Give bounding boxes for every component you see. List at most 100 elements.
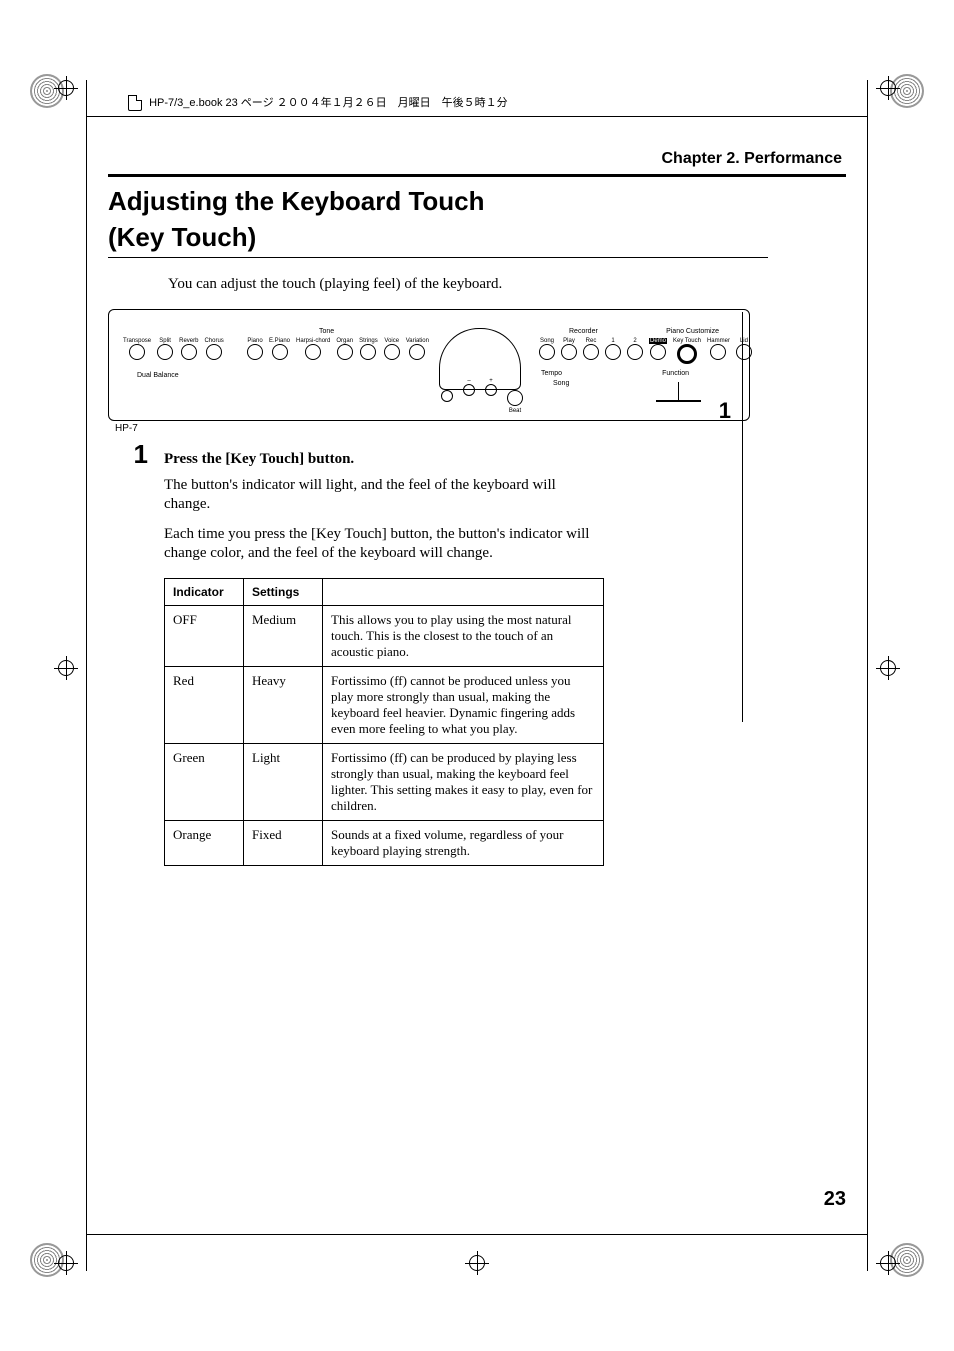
reverb-label: Reverb xyxy=(179,338,198,344)
step-heading: Press the [Key Touch] button. xyxy=(164,451,604,468)
cell-description: Sounds at a fixed volume, regardless of … xyxy=(323,820,604,865)
chapter-heading: Chapter 2. Performance xyxy=(108,150,846,168)
hammer-label: Hammer xyxy=(707,338,730,344)
button-icon xyxy=(605,344,621,360)
tone-section-label: Tone xyxy=(319,328,334,335)
button-icon xyxy=(539,344,555,360)
title-rule xyxy=(108,257,768,258)
crosshair-icon xyxy=(469,1255,485,1271)
chapter-rule xyxy=(108,174,846,177)
crop-line xyxy=(867,80,868,1271)
button-icon xyxy=(181,344,197,360)
th-indicator: Indicator xyxy=(165,578,244,605)
button-icon xyxy=(736,344,752,360)
recorder-section-label: Recorder xyxy=(569,328,598,335)
rec-play-label: Play xyxy=(563,338,575,344)
th-description xyxy=(323,578,604,605)
crosshair-icon xyxy=(58,80,74,96)
cell-setting: Fixed xyxy=(244,820,323,865)
page-content: Chapter 2. Performance Adjusting the Key… xyxy=(108,150,846,1211)
cell-description: Fortissimo (ff) can be produced by playi… xyxy=(323,743,604,820)
tempo-plus-label: + xyxy=(489,378,493,384)
title-line-1: Adjusting the Keyboard Touch xyxy=(108,187,846,217)
rec-2-label: 2 xyxy=(633,338,636,344)
crosshair-icon xyxy=(880,1255,896,1271)
rec-song-label: Song xyxy=(540,338,554,344)
crosshair-icon xyxy=(880,80,896,96)
section-title: Adjusting the Keyboard Touch (Key Touch) xyxy=(108,187,846,253)
button-icon xyxy=(305,344,321,360)
rec-1-label: 1 xyxy=(611,338,614,344)
button-icon xyxy=(360,344,376,360)
step-body: Press the [Key Touch] button. The button… xyxy=(164,451,604,574)
source-file-text: HP-7/3_e.book 23 ページ ２００４年１月２６日 月曜日 午後５時… xyxy=(149,97,508,109)
cell-description: This allows you to play using the most n… xyxy=(323,605,604,666)
title-line-2: (Key Touch) xyxy=(108,223,846,253)
split-label: Split xyxy=(159,338,171,344)
step-1: 1 Press the [Key Touch] button. The butt… xyxy=(108,439,846,574)
cell-indicator: Red xyxy=(165,666,244,743)
button-icon xyxy=(710,344,726,360)
crosshair-icon xyxy=(58,660,74,676)
crop-line xyxy=(86,1234,868,1235)
button-icon xyxy=(384,344,400,360)
button-icon xyxy=(583,344,599,360)
display-window-icon xyxy=(439,328,521,390)
cell-indicator: OFF xyxy=(165,605,244,666)
tone-epiano-label: E.Piano xyxy=(269,338,290,344)
crosshair-icon xyxy=(58,1255,74,1271)
button-icon xyxy=(247,344,263,360)
button-icon xyxy=(463,384,475,396)
key-touch-table: Indicator Settings OFF Medium This allow… xyxy=(164,578,604,866)
table-row: Orange Fixed Sounds at a fixed volume, r… xyxy=(165,820,604,865)
crop-line xyxy=(86,116,868,117)
intro-paragraph: You can adjust the touch (playing feel) … xyxy=(168,276,846,293)
step-number: 1 xyxy=(108,439,148,470)
tempo-sub-label: Tempo xyxy=(541,370,562,377)
button-icon xyxy=(337,344,353,360)
tone-button-row: Piano E.Piano Harpsi-chord Organ Strings… xyxy=(247,350,429,360)
chorus-label: Chorus xyxy=(204,338,223,344)
dual-balance-label: Dual Balance xyxy=(137,372,179,379)
crop-line xyxy=(86,80,87,1271)
cell-indicator: Green xyxy=(165,743,244,820)
manual-page: HP-7/3_e.book 23 ページ ２００４年１月２６日 月曜日 午後５時… xyxy=(0,0,954,1351)
button-icon xyxy=(627,344,643,360)
tempo-minus-label: – xyxy=(467,378,470,384)
control-panel-diagram: Transpose Split Reverb Chorus Dual Balan… xyxy=(108,309,750,421)
crosshair-icon xyxy=(880,660,896,676)
source-file-header: HP-7/3_e.book 23 ページ ２００４年１月２６日 月曜日 午後５時… xyxy=(128,94,508,111)
tone-strings-label: Strings xyxy=(359,338,378,344)
page-number: 23 xyxy=(824,1188,846,1211)
button-icon xyxy=(650,344,666,360)
step-para-2: Each time you press the [Key Touch] butt… xyxy=(164,525,604,564)
tempo-button-row: – + Beat xyxy=(441,390,523,414)
button-icon xyxy=(485,384,497,396)
recorder-button-row: Song Play Rec 1 2 xyxy=(539,350,643,360)
table-row: OFF Medium This allows you to play using… xyxy=(165,605,604,666)
panel-model-label: HP-7 xyxy=(115,423,138,434)
button-icon xyxy=(206,344,222,360)
button-icon xyxy=(157,344,173,360)
tone-harpsi-label: Harpsi-chord xyxy=(296,338,330,344)
tone-voice-label: Voice xyxy=(384,338,399,344)
button-icon xyxy=(409,344,425,360)
table-row: Green Light Fortissimo (ff) can be produ… xyxy=(165,743,604,820)
beat-label: Beat xyxy=(509,408,521,414)
tone-organ-label: Organ xyxy=(336,338,353,344)
button-icon xyxy=(129,344,145,360)
demo-label: Demo xyxy=(649,338,667,344)
key-touch-button-icon xyxy=(677,344,697,364)
tone-piano-label: Piano xyxy=(247,338,262,344)
cell-description: Fortissimo (ff) cannot be produced unles… xyxy=(323,666,604,743)
page-icon xyxy=(128,95,142,111)
effects-button-row: Transpose Split Reverb Chorus xyxy=(123,350,224,360)
cell-indicator: Orange xyxy=(165,820,244,865)
tone-variation-label: Variation xyxy=(406,338,429,344)
cell-setting: Heavy xyxy=(244,666,323,743)
panel-callout-number: 1 xyxy=(719,398,731,424)
cell-setting: Light xyxy=(244,743,323,820)
recorder-sub-label: Song xyxy=(553,380,569,387)
callout-arrow-icon xyxy=(678,382,679,400)
button-icon xyxy=(507,390,523,406)
